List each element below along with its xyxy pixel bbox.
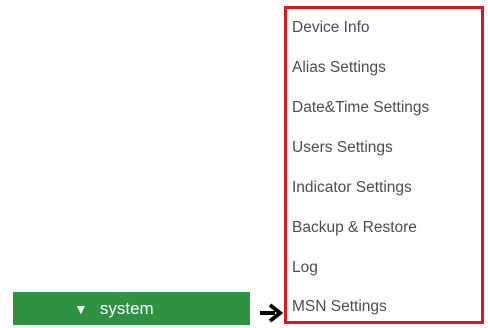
menu-item-alias-settings[interactable]: Alias Settings [292,58,386,78]
menu-item-backup-restore[interactable]: Backup & Restore [292,218,417,238]
triangle-down-icon: ▼ [74,300,88,317]
system-submenu-highlight: Device Info Alias Settings Date&Time Set… [284,6,484,324]
menu-item-date-time-settings[interactable]: Date&Time Settings [292,98,429,118]
right-arrow-icon [260,303,284,323]
system-menu-label: system [99,298,154,318]
menu-item-users-settings[interactable]: Users Settings [292,138,393,158]
menu-item-indicator-settings[interactable]: Indicator Settings [292,178,412,198]
menu-item-device-info[interactable]: Device Info [292,18,370,38]
system-menu-button[interactable]: ▼ system [13,292,250,325]
menu-item-msn-settings[interactable]: MSN Settings [292,297,387,317]
menu-item-log[interactable]: Log [292,258,318,278]
